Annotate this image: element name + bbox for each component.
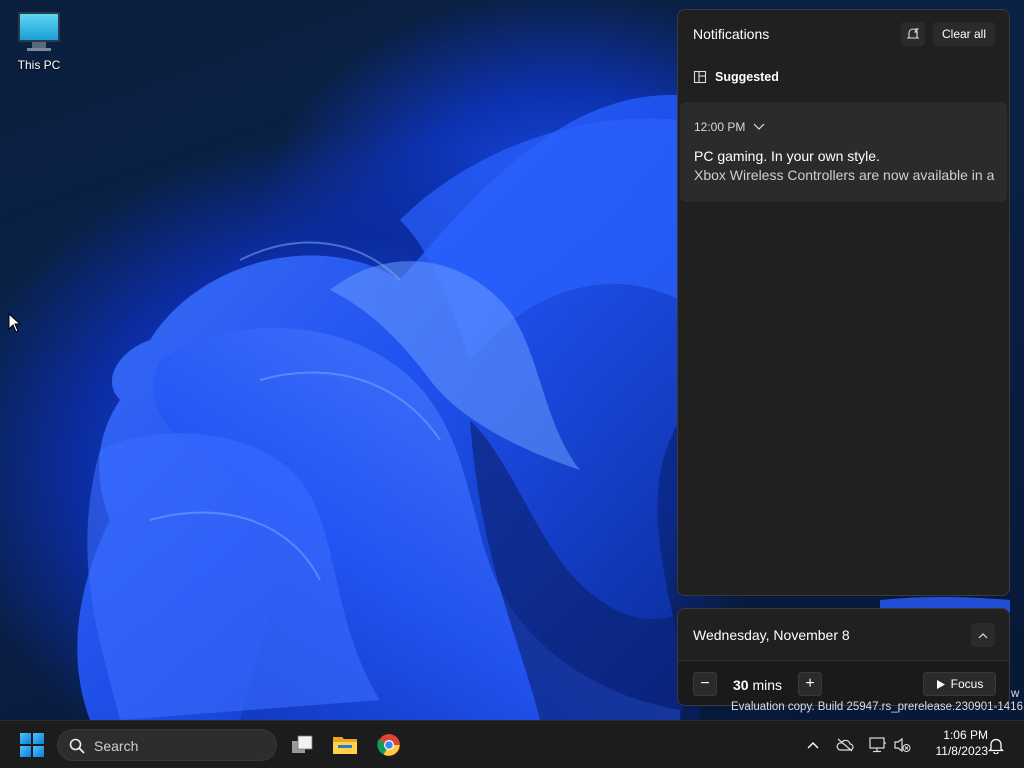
network-tray-button[interactable] xyxy=(866,733,890,757)
suggested-icon xyxy=(693,70,707,84)
do-not-disturb-button[interactable] xyxy=(901,22,925,46)
focus-session-row: − 30 mins + Focus xyxy=(678,660,1009,705)
notification-center: Notifications Clear all Suggested 12:00 … xyxy=(677,9,1010,596)
this-pc-icon xyxy=(18,12,60,42)
notification-item[interactable]: 12:00 PM PC gaming. In your own style. X… xyxy=(680,102,1007,202)
focus-decrease-button[interactable]: − xyxy=(693,672,717,696)
task-view-button[interactable] xyxy=(286,729,318,761)
focus-duration-unit: mins xyxy=(752,677,783,693)
notification-time: 12:00 PM xyxy=(694,120,746,134)
task-view-icon xyxy=(292,735,313,753)
search-placeholder: Search xyxy=(94,738,139,754)
calendar-collapse-button[interactable] xyxy=(971,623,995,647)
onedrive-tray-button[interactable] xyxy=(833,733,857,757)
watermark-overflow: w xyxy=(1011,688,1020,700)
chrome-icon xyxy=(377,734,400,756)
start-button[interactable] xyxy=(20,733,44,757)
cloud-off-icon xyxy=(836,738,854,752)
search-icon xyxy=(69,738,85,754)
taskbar-search-box[interactable]: Search xyxy=(57,729,277,761)
bell-icon xyxy=(988,738,1004,754)
file-explorer-button[interactable] xyxy=(329,729,361,761)
network-icon xyxy=(869,737,886,753)
desktop-icon-this-pc[interactable]: This PC xyxy=(10,8,68,72)
volume-tray-button[interactable] xyxy=(890,733,914,757)
calendar-panel: Wednesday, November 8 − 30 mins + Focus xyxy=(677,608,1010,706)
chevron-up-icon xyxy=(978,632,988,638)
notification-message-body: Xbox Wireless Controllers are now availa… xyxy=(694,167,995,183)
file-explorer-icon xyxy=(333,737,357,754)
notification-center-button[interactable] xyxy=(984,733,1008,757)
chrome-button[interactable] xyxy=(373,729,405,761)
focus-duration-value: 30 xyxy=(733,677,749,693)
clear-all-button[interactable]: Clear all xyxy=(933,22,995,46)
focus-start-button[interactable]: Focus xyxy=(923,672,996,696)
notification-title: Notifications xyxy=(693,26,770,42)
clock-time: 1:06 PM xyxy=(943,728,988,742)
clock-date: 11/8/2023 xyxy=(935,744,989,758)
notification-header: Notifications Clear all xyxy=(678,10,1009,58)
taskbar-clock[interactable]: 1:06 PM 11/8/2023 xyxy=(918,727,989,759)
play-icon xyxy=(936,679,945,689)
evaluation-watermark: Evaluation copy. Build 25947.rs_prerelea… xyxy=(731,701,1023,713)
windows-logo-icon xyxy=(20,733,31,744)
calendar-date[interactable]: Wednesday, November 8 xyxy=(693,627,850,643)
chevron-up-icon xyxy=(807,742,819,749)
volume-muted-icon xyxy=(894,737,911,753)
show-hidden-icons-button[interactable] xyxy=(801,733,825,757)
mouse-cursor-icon xyxy=(8,313,22,333)
notification-message-title: PC gaming. In your own style. xyxy=(694,148,880,164)
taskbar: Search 1:06 PM 11/8/2023 xyxy=(0,720,1024,768)
notification-group-suggested[interactable]: Suggested xyxy=(693,70,779,84)
focus-increase-button[interactable]: + xyxy=(798,672,822,696)
dnd-icon xyxy=(906,28,920,39)
focus-start-label: Focus xyxy=(950,677,984,691)
chevron-down-icon xyxy=(753,123,765,130)
notification-group-label: Suggested xyxy=(715,70,779,84)
focus-duration: 30 mins xyxy=(733,677,782,693)
notification-time-toggle[interactable]: 12:00 PM xyxy=(694,120,765,134)
desktop-icon-label: This PC xyxy=(17,58,61,72)
